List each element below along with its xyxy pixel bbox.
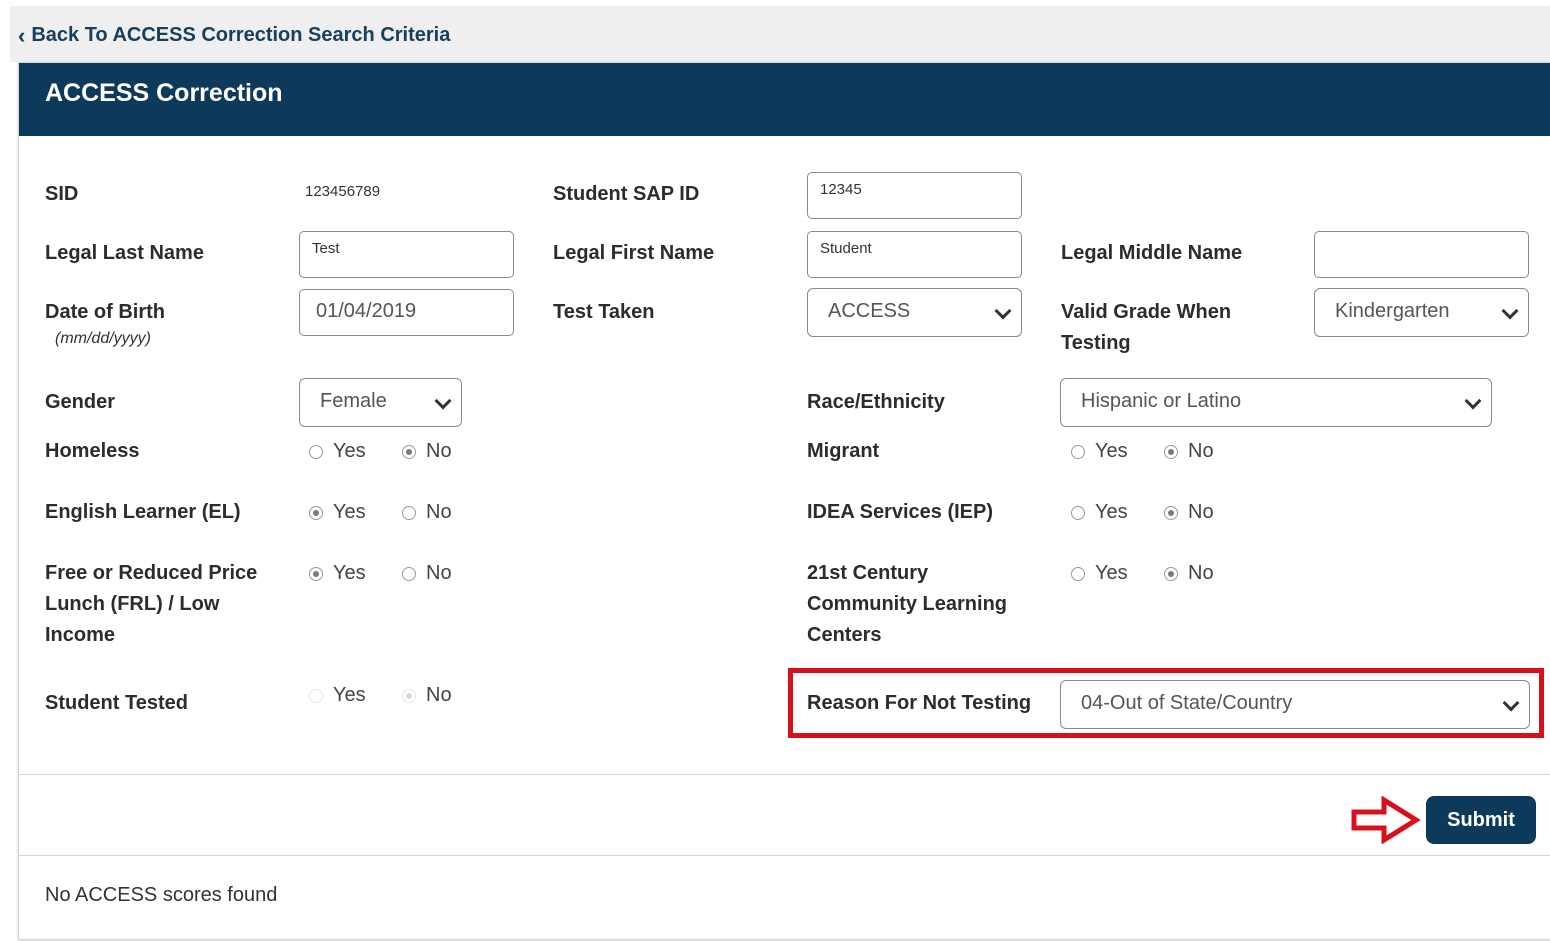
frl-yes-option[interactable]: Yes	[309, 562, 366, 585]
dob-input[interactable]: 01/04/2019	[299, 289, 514, 336]
frl-label-line2: Lunch (FRL) / Low	[45, 593, 220, 615]
first-name-label: Legal First Name	[553, 242, 715, 264]
c21-yes-option[interactable]: Yes	[1071, 562, 1128, 585]
el-yes-option[interactable]: Yes	[309, 501, 366, 524]
migrant-yes-label: Yes	[1095, 440, 1128, 462]
chevron-down-icon	[434, 392, 452, 410]
tested-yes-label: Yes	[333, 684, 366, 706]
c21-label-line1: 21st Century	[807, 562, 929, 584]
homeless-no-radio[interactable]	[402, 444, 416, 459]
chevron-down-icon	[1464, 392, 1482, 410]
el-no-option[interactable]: No	[402, 501, 452, 524]
chevron-left-icon: ‹	[18, 22, 26, 48]
grade-select[interactable]: Kindergarten	[1314, 288, 1529, 337]
homeless-yes-radio[interactable]	[309, 444, 323, 459]
card-header: ACCESS Correction	[19, 63, 1550, 136]
dob-label: Date of Birth	[45, 301, 165, 323]
frl-yes-radio[interactable]	[309, 566, 323, 581]
correction-card: ACCESS Correction SID 123456789 Student …	[18, 62, 1550, 940]
frl-label-line3: Income	[45, 624, 116, 646]
iep-yes-label: Yes	[1095, 501, 1128, 523]
test-taken-label: Test Taken	[553, 301, 655, 323]
page-title: ACCESS Correction	[45, 79, 283, 107]
frl-no-label: No	[426, 562, 452, 584]
divider	[19, 855, 1550, 856]
homeless-label: Homeless	[45, 440, 140, 462]
back-link-label: Back To ACCESS Correction Search Criteri…	[31, 24, 451, 46]
tested-yes-option[interactable]: Yes	[309, 684, 366, 707]
el-yes-label: Yes	[333, 501, 366, 523]
tested-label: Student Tested	[45, 692, 188, 714]
iep-no-label: No	[1188, 501, 1214, 523]
homeless-yes-option[interactable]: Yes	[309, 440, 366, 463]
sap-id-input[interactable]: 12345	[807, 172, 1022, 219]
submit-button[interactable]: Submit	[1426, 796, 1536, 844]
c21-no-label: No	[1188, 562, 1214, 584]
middle-name-label: Legal Middle Name	[1061, 242, 1243, 264]
last-name-input[interactable]: Test	[299, 231, 514, 278]
frl-label-line1: Free or Reduced Price	[45, 562, 258, 584]
migrant-no-option[interactable]: No	[1164, 440, 1214, 463]
tested-no-radio[interactable]	[402, 688, 416, 703]
c21-label-line2: Community Learning	[807, 593, 1008, 615]
tested-no-option[interactable]: No	[402, 684, 452, 707]
homeless-no-option[interactable]: No	[402, 440, 452, 463]
test-taken-value: ACCESS	[828, 300, 911, 322]
chevron-down-icon	[994, 302, 1012, 320]
middle-name-input[interactable]	[1314, 231, 1529, 278]
highlight-box	[788, 668, 1544, 738]
sid-value: 123456789	[305, 183, 381, 200]
c21-no-option[interactable]: No	[1164, 562, 1214, 585]
first-name-input[interactable]: Student	[807, 231, 1022, 278]
iep-no-option[interactable]: No	[1164, 501, 1214, 524]
homeless-yes-label: Yes	[333, 440, 366, 462]
c21-no-radio[interactable]	[1164, 566, 1178, 581]
arrow-right-icon	[1351, 796, 1421, 844]
frl-yes-label: Yes	[333, 562, 366, 584]
migrant-no-radio[interactable]	[1164, 444, 1178, 459]
race-value: Hispanic or Latino	[1081, 390, 1242, 412]
race-label: Race/Ethnicity	[807, 391, 945, 413]
no-scores-message: No ACCESS scores found	[45, 884, 278, 906]
chevron-down-icon	[1501, 302, 1519, 320]
el-yes-radio[interactable]	[309, 505, 323, 520]
divider	[19, 774, 1550, 775]
iep-no-radio[interactable]	[1164, 505, 1178, 520]
grade-value: Kindergarten	[1335, 300, 1450, 322]
sap-id-label: Student SAP ID	[553, 183, 700, 205]
iep-label: IDEA Services (IEP)	[807, 501, 994, 523]
tested-no-label: No	[426, 684, 452, 706]
iep-yes-option[interactable]: Yes	[1071, 501, 1128, 524]
gender-value: Female	[320, 390, 387, 412]
el-label: English Learner (EL)	[45, 501, 241, 523]
gender-label: Gender	[45, 391, 116, 413]
sid-label: SID	[45, 183, 79, 205]
last-name-label: Legal Last Name	[45, 242, 204, 264]
el-no-radio[interactable]	[402, 505, 416, 520]
gender-select[interactable]: Female	[299, 378, 462, 427]
migrant-label: Migrant	[807, 440, 880, 462]
c21-label-line3: Centers	[807, 624, 882, 646]
race-select[interactable]: Hispanic or Latino	[1060, 378, 1492, 427]
migrant-no-label: No	[1188, 440, 1214, 462]
iep-yes-radio[interactable]	[1071, 505, 1085, 520]
migrant-yes-radio[interactable]	[1071, 444, 1085, 459]
frl-no-option[interactable]: No	[402, 562, 452, 585]
el-no-label: No	[426, 501, 452, 523]
dob-format-hint: (mm/dd/yyyy)	[55, 330, 151, 347]
back-link[interactable]: ‹ Back To ACCESS Correction Search Crite…	[18, 24, 450, 47]
test-taken-select[interactable]: ACCESS	[807, 288, 1022, 337]
frl-no-radio[interactable]	[402, 566, 416, 581]
homeless-no-label: No	[426, 440, 452, 462]
c21-yes-radio[interactable]	[1071, 566, 1085, 581]
migrant-yes-option[interactable]: Yes	[1071, 440, 1128, 463]
tested-yes-radio[interactable]	[309, 688, 323, 703]
grade-label-line2: Testing	[1061, 332, 1131, 354]
grade-label-line1: Valid Grade When	[1061, 301, 1232, 323]
c21-yes-label: Yes	[1095, 562, 1128, 584]
